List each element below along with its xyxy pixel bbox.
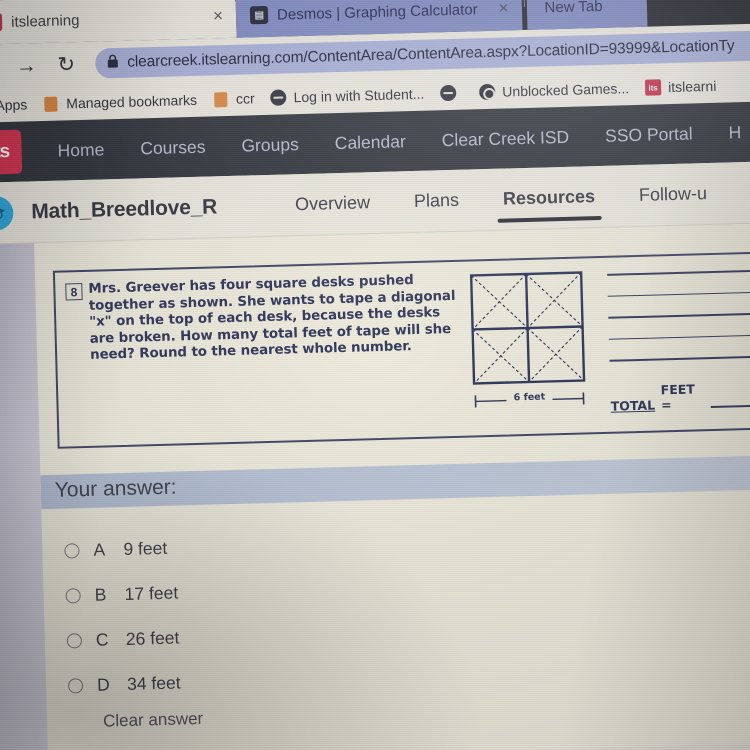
browser-tab-new-tab[interactable]: New Tab	[525, 0, 648, 30]
close-icon[interactable]: ×	[498, 0, 508, 19]
tab-overview[interactable]: Overview	[272, 181, 392, 226]
radio-button[interactable]	[67, 678, 84, 694]
work-line	[608, 312, 750, 319]
bookmark-label: Log in with Student...	[293, 85, 425, 106]
option-letter: B	[94, 584, 107, 605]
tab-label: Overview	[294, 192, 371, 215]
option-label: 17 feet	[124, 582, 179, 604]
nav-item-clear-creek-isd[interactable]: Clear Creek ISD	[423, 126, 587, 151]
work-line	[607, 268, 750, 276]
radio-button[interactable]	[66, 633, 83, 649]
tab-title: itslearning	[10, 11, 80, 31]
answer-heading: Your answer:	[54, 475, 177, 502]
course-tabs: Overview Plans Resources Follow-u	[272, 172, 729, 226]
tab-title: New Tab	[544, 0, 603, 16]
bookmark-log-in-with-student[interactable]: Log in with Student...	[270, 85, 425, 106]
its-favicon: its	[644, 79, 662, 96]
tab-resources[interactable]: Resources	[480, 175, 617, 221]
bookmark-label: Managed bookmarks	[66, 91, 198, 112]
nav-item-home[interactable]: Home	[39, 138, 122, 161]
tab-follow-up[interactable]: Follow-u	[616, 172, 729, 217]
bookmark-unblocked-games[interactable]: Unblocked Games...	[479, 80, 630, 101]
nav-item-groups[interactable]: Groups	[223, 133, 317, 157]
bookmark-apps[interactable]: Apps	[0, 96, 28, 113]
tab-label: Resources	[502, 186, 596, 209]
bookmark-itslearning[interactable]: its itslearni	[644, 77, 717, 96]
option-letter: C	[95, 629, 109, 650]
bookmark-label: ccr	[235, 90, 255, 107]
nav-item-h[interactable]: H	[710, 121, 750, 143]
nav-item-calendar[interactable]: Calendar	[316, 130, 424, 154]
forward-icon[interactable]: →	[13, 52, 40, 79]
bookmark-label: itslearni	[667, 77, 717, 96]
answer-options: A 9 feet B 17 feet C 26 feet D 34 feet C…	[64, 509, 750, 733]
page-title: Math_Breedlove_R	[30, 194, 218, 223]
desk-diagram: 6 feet	[463, 268, 595, 421]
desk-grid-svg	[469, 271, 586, 385]
browser-tab-itslearning[interactable]: its itslearning ×	[0, 0, 237, 45]
itslearning-logo[interactable]: its	[0, 129, 23, 175]
dimension-line: 6 feet	[472, 390, 586, 409]
work-lines: TOTAL FEET =	[591, 263, 750, 424]
content-area: 8 Mrs. Greever has four square desks pus…	[34, 223, 750, 750]
work-line	[607, 290, 750, 297]
lock-icon	[107, 53, 119, 72]
question-text-block: 8 Mrs. Greever has four square desks pus…	[65, 272, 461, 439]
close-icon[interactable]: ×	[213, 6, 223, 26]
reload-icon[interactable]: ↻	[53, 51, 80, 78]
page-body: 8 Mrs. Greever has four square desks pus…	[0, 223, 750, 750]
screen-photo: its itslearning × ▤ Desmos | Graphing Ca…	[0, 0, 750, 750]
globe-icon	[270, 89, 287, 106]
tab-label: Follow-u	[638, 183, 708, 205]
option-letter: A	[93, 539, 106, 560]
option-label: 26 feet	[125, 627, 180, 649]
globe-icon	[440, 84, 457, 102]
total-feet-row: TOTAL FEET =	[610, 379, 750, 414]
option-letter: D	[96, 674, 110, 695]
tab-label: Plans	[413, 189, 460, 212]
radio-button[interactable]	[65, 588, 81, 604]
bookmark-managed-bookmarks[interactable]: Managed bookmarks	[43, 92, 197, 112]
total-blank-line	[710, 404, 750, 409]
folder-icon	[43, 96, 59, 112]
tab-plans[interactable]: Plans	[391, 179, 481, 223]
radio-button[interactable]	[64, 543, 80, 559]
bookmark-ccr[interactable]: ccr	[213, 90, 255, 107]
question-number: 8	[65, 283, 83, 301]
shield-globe-icon	[479, 83, 496, 101]
question-image: 8 Mrs. Greever has four square desks pus…	[52, 251, 750, 449]
bookmark-label: Unblocked Games...	[502, 80, 630, 100]
desmos-favicon: ▤	[249, 5, 269, 25]
its-favicon: its	[0, 13, 3, 32]
total-label-underlined: TOTAL	[610, 397, 656, 414]
option-label: 34 feet	[126, 672, 181, 694]
work-line	[608, 333, 750, 341]
bookmark-globe-unlabeled[interactable]	[440, 84, 463, 102]
work-line	[609, 355, 750, 362]
graduation-cap-icon	[0, 195, 14, 231]
tab-divider	[522, 0, 525, 7]
url-text: clearcreek.itslearning.com/ContentArea/C…	[127, 37, 735, 71]
tab-title: Desmos | Graphing Calculator	[276, 0, 478, 24]
bookmark-label: Apps	[0, 96, 28, 114]
nav-item-sso-portal[interactable]: SSO Portal	[587, 122, 711, 146]
question-text: Mrs. Greever has four square desks pushe…	[88, 273, 456, 364]
nav-item-courses[interactable]: Courses	[122, 136, 224, 160]
folder-icon	[213, 91, 229, 107]
total-label-rest: FEET =	[660, 381, 696, 413]
option-label: 9 feet	[123, 537, 168, 559]
browser-window: its itslearning × ▤ Desmos | Graphing Ca…	[0, 0, 750, 750]
